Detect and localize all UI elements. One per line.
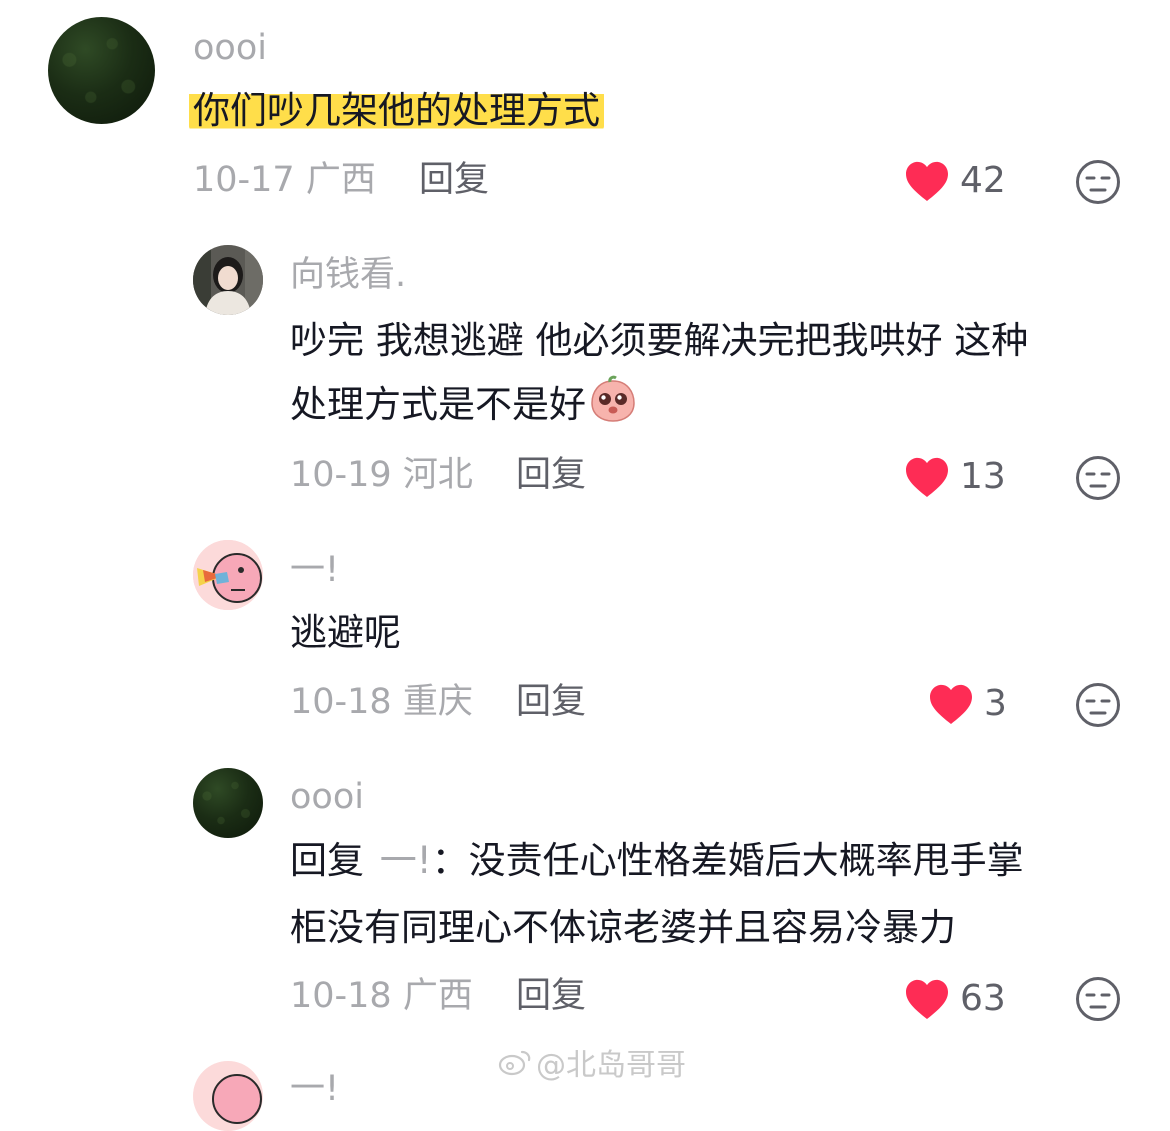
reply-button[interactable]: 回复 [516, 976, 586, 1016]
comment-meta: 10-18 广西 回复 [290, 976, 586, 1016]
highlighted-text: 你们吵几架他的处理方式 [189, 89, 604, 132]
like-count: 63 [960, 978, 1006, 1019]
cartoon-pig-icon [212, 1074, 262, 1124]
unamused-face-icon[interactable] [1075, 976, 1121, 1022]
reply-button[interactable]: 回复 [516, 682, 586, 722]
heart-icon [906, 979, 948, 1020]
comment-2: 向钱看. 吵完 我想逃避 他必须要解决完把我哄好 这种 处理方式是不是好 10-… [0, 210, 1170, 510]
comment-3: 一! 逃避呢 10-18 重庆 回复 3 [0, 530, 1170, 740]
comment-username[interactable]: 向钱看. [290, 255, 406, 295]
comment-location: 广西 [402, 976, 473, 1016]
avatar[interactable] [193, 1061, 263, 1131]
comment-text-line-1: 吵完 我想逃避 他必须要解决完把我哄好 这种 [290, 319, 1029, 362]
comment-location: 河北 [402, 455, 473, 495]
like-button[interactable]: 42 [904, 160, 1006, 202]
unamused-face-icon[interactable] [1075, 159, 1121, 205]
comment-username[interactable]: 一! [290, 1069, 339, 1109]
like-count: 42 [960, 160, 1006, 201]
comment-meta: 10-19 河北 回复 [290, 455, 586, 495]
pleading-peach-emoji [591, 375, 635, 422]
comment-text: 你们吵几架他的处理方式 [189, 78, 604, 144]
like-count: 13 [960, 456, 1006, 497]
unamused-face-icon[interactable] [1075, 682, 1121, 728]
reply-prefix: 回复 [290, 839, 364, 882]
unamused-face-icon[interactable] [1075, 455, 1121, 501]
watermark: @北岛哥哥 [498, 1040, 686, 1084]
avatar[interactable] [193, 245, 263, 315]
reply-button[interactable]: 回复 [516, 455, 586, 495]
heart-icon [930, 684, 972, 725]
comment-text: 逃避呢 [290, 611, 401, 654]
like-button[interactable]: 3 [928, 683, 1007, 725]
heart-icon [906, 457, 948, 498]
comment-text-line-1: 回复 一!：没责任心性格差婚后大概率甩手掌 [290, 828, 1024, 894]
like-count: 3 [984, 683, 1007, 724]
comment-text-line-2: 处理方式是不是好 [290, 372, 638, 438]
reply-button[interactable]: 回复 [419, 160, 489, 200]
person-photo-icon [193, 245, 263, 315]
reply-target-username[interactable]: 一! [380, 839, 432, 882]
like-button[interactable]: 13 [904, 456, 1006, 498]
comment-date: 10-18 [290, 682, 392, 722]
watermark-text: @北岛哥哥 [536, 1048, 686, 1083]
comment-1: oooi 你们吵几架他的处理方式 10-17 广西 回复 42 [0, 0, 1170, 210]
avatar[interactable] [193, 768, 263, 838]
weibo-logo-icon [498, 1050, 531, 1076]
comment-meta: 10-17 广西 回复 [193, 160, 489, 200]
comment-meta: 10-18 重庆 回复 [290, 682, 586, 722]
comment-text-line-2: 柜没有同理心不体谅老婆并且容易冷暴力 [290, 906, 956, 949]
cartoon-pig-icon [193, 540, 263, 610]
avatar[interactable] [48, 17, 155, 124]
comment-text-line-2-content: 处理方式是不是好 [290, 383, 586, 426]
avatar[interactable] [193, 540, 263, 610]
comment-date: 10-18 [290, 976, 392, 1016]
comment-date: 10-19 [290, 455, 392, 495]
reply-separator: ： [431, 839, 469, 882]
comment-4: oooi 回复 一!：没责任心性格差婚后大概率甩手掌 柜没有同理心不体谅老婆并且… [0, 760, 1170, 1040]
comment-username[interactable]: 一! [290, 550, 339, 590]
comment-username[interactable]: oooi [193, 28, 267, 68]
like-button[interactable]: 63 [904, 978, 1006, 1020]
comment-date: 10-17 [193, 160, 295, 200]
comment-location: 重庆 [402, 682, 473, 722]
heart-icon [906, 161, 948, 202]
comment-location: 广西 [305, 160, 376, 200]
comment-username[interactable]: oooi [290, 777, 364, 817]
comment-text-line-1-content: 没责任心性格差婚后大概率甩手掌 [468, 839, 1024, 882]
